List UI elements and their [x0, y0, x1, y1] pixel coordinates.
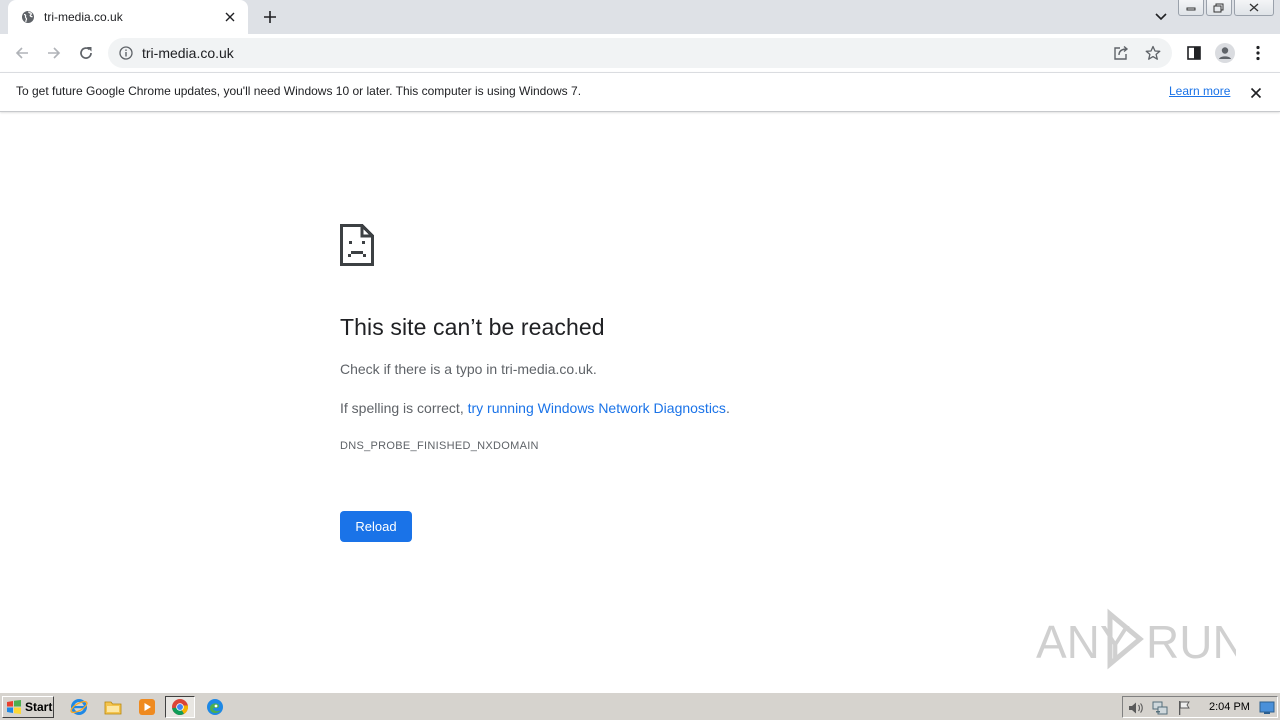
volume-icon[interactable] — [1128, 700, 1144, 716]
system-tray: 2:04 PM — [1122, 696, 1278, 718]
error-code: DNS_PROBE_FINISHED_NXDOMAIN — [340, 440, 539, 452]
window-close-button[interactable] — [1234, 0, 1274, 16]
start-button[interactable]: Start — [2, 696, 54, 718]
share-icon[interactable] — [1112, 44, 1130, 62]
update-infobar: To get future Google Chrome updates, you… — [0, 72, 1280, 112]
profile-icon[interactable] — [1215, 43, 1235, 63]
error-suggestion-diagnostics: If spelling is correct, try running Wind… — [340, 400, 730, 416]
infobar-message: To get future Google Chrome updates, you… — [16, 84, 582, 98]
svg-text:RUN: RUN — [1146, 616, 1236, 668]
arrow-left-icon[interactable] — [12, 43, 32, 63]
reload-button[interactable]: Reload — [340, 511, 412, 542]
show-desktop-icon[interactable] — [1259, 700, 1275, 716]
side-panel-icon[interactable] — [1184, 43, 1204, 63]
minimize-button[interactable] — [1178, 0, 1204, 16]
network-diagnostics-link[interactable]: try running Windows Network Diagnostics — [468, 400, 726, 416]
diagnostics-suffix: . — [725, 400, 730, 416]
window-controls — [1178, 0, 1274, 18]
taskbar-clock[interactable]: 2:04 PM — [1209, 701, 1250, 713]
browser-toolbar: tri-media.co.uk — [0, 34, 1280, 72]
internet-explorer-icon[interactable] — [68, 697, 90, 717]
close-icon[interactable] — [222, 9, 238, 25]
action-center-flag-icon[interactable] — [1176, 700, 1192, 716]
address-url[interactable]: tri-media.co.uk — [142, 45, 234, 61]
anyrun-watermark: ANY RUN — [1036, 608, 1236, 670]
info-icon[interactable] — [118, 45, 134, 61]
address-bar[interactable]: tri-media.co.uk — [108, 38, 1172, 68]
chevron-down-icon[interactable] — [1152, 8, 1170, 26]
diagnostics-prefix: If spelling is correct, — [340, 400, 468, 416]
network-icon[interactable] — [1152, 700, 1168, 716]
plus-icon[interactable] — [260, 7, 280, 27]
chrome-taskbar-icon[interactable] — [165, 696, 195, 718]
sad-document-icon — [340, 224, 374, 266]
file-explorer-icon[interactable] — [102, 697, 124, 717]
start-label: Start — [25, 700, 53, 714]
media-player-icon[interactable] — [136, 697, 158, 717]
kebab-menu-icon[interactable] — [1248, 43, 1268, 63]
error-suggestion-typo: Check if there is a typo in tri-media.co… — [340, 361, 597, 377]
star-icon[interactable] — [1144, 44, 1162, 62]
restore-button[interactable] — [1206, 0, 1232, 16]
globe-icon — [20, 9, 36, 25]
tab-active[interactable]: tri-media.co.uk — [8, 0, 248, 34]
tab-strip: tri-media.co.uk — [0, 0, 1280, 34]
arrow-right-icon[interactable] — [44, 43, 64, 63]
learn-more-link[interactable]: Learn more — [1169, 84, 1230, 98]
windows-logo-icon — [7, 700, 21, 714]
edge-icon[interactable] — [204, 697, 226, 717]
error-title: This site can’t be reached — [340, 314, 605, 340]
reload-icon[interactable] — [76, 43, 96, 63]
windows-taskbar: Start 2:04 PM — [0, 692, 1280, 720]
close-icon[interactable] — [1248, 85, 1264, 101]
tab-title: tri-media.co.uk — [44, 10, 123, 24]
